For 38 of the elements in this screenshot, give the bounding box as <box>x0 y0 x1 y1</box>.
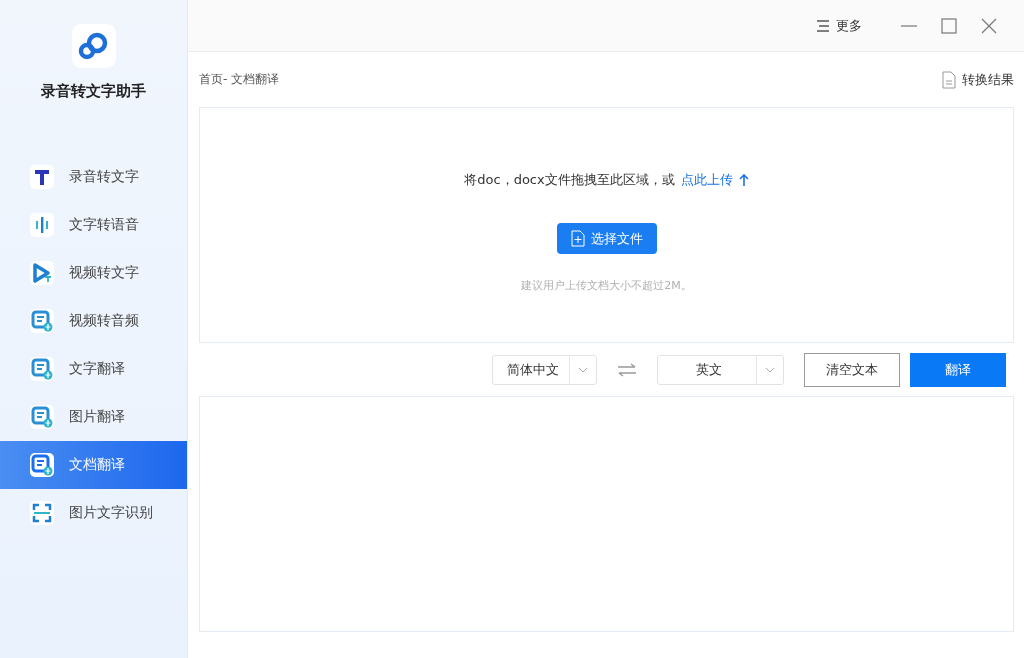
close-button[interactable] <box>980 16 998 35</box>
menu-icon <box>816 19 830 32</box>
sidebar-item[interactable]: 文档翻译 <box>0 441 187 489</box>
sidebar-item[interactable]: 图片翻译 <box>0 393 187 441</box>
upload-drop-area[interactable]: 将doc，docx文件拖拽至此区域，或 点此上传 选择文件 建议用户上传文档大小不超过2M。 <box>199 107 1014 343</box>
sound-wave-icon <box>30 213 54 237</box>
app-name: 录音转文字助手 <box>41 82 146 101</box>
chevron-down-icon <box>578 366 588 373</box>
breadcrumb: 首页- 文档翻译 <box>199 71 280 88</box>
sidebar-item[interactable]: 文字翻译 <box>0 345 187 393</box>
swap-icon[interactable] <box>617 362 637 377</box>
maximize-icon <box>940 16 958 35</box>
chevron-down-icon <box>765 366 775 373</box>
minimize-icon <box>900 24 918 27</box>
upload-arrow-icon <box>738 174 749 186</box>
clear-text-button[interactable]: 清空文本 <box>804 352 900 387</box>
add-file-icon <box>570 230 585 247</box>
upload-link[interactable]: 点此上传 <box>680 171 749 189</box>
sidebar-item[interactable]: 文字转语音 <box>0 201 187 249</box>
sidebar-item[interactable]: 图片文字识别 <box>0 489 187 537</box>
translate-button[interactable]: 翻译 <box>910 352 1006 387</box>
play-text-icon <box>30 261 54 285</box>
maximize-button[interactable] <box>940 16 958 35</box>
more-menu-button[interactable]: 更多 <box>810 15 868 36</box>
sidebar-item[interactable]: 视频转音频 <box>0 297 187 345</box>
upload-hint: 将doc，docx文件拖拽至此区域，或 <box>464 171 675 189</box>
choose-file-button[interactable]: 选择文件 <box>556 223 657 254</box>
text-t-icon <box>30 165 54 189</box>
sidebar-item[interactable]: 录音转文字 <box>0 153 187 201</box>
results-link[interactable]: 转换结果 <box>942 70 1014 89</box>
sidebar-item[interactable]: 视频转文字 <box>0 249 187 297</box>
source-language-select[interactable]: 简体中文 <box>492 354 597 385</box>
size-note: 建议用户上传文档大小不超过2M。 <box>521 278 692 293</box>
scan-icon <box>30 501 54 525</box>
target-language-select[interactable]: 英文 <box>657 354 784 385</box>
close-icon <box>980 16 998 35</box>
document-icon <box>942 70 956 89</box>
app-logo-icon <box>71 24 116 68</box>
